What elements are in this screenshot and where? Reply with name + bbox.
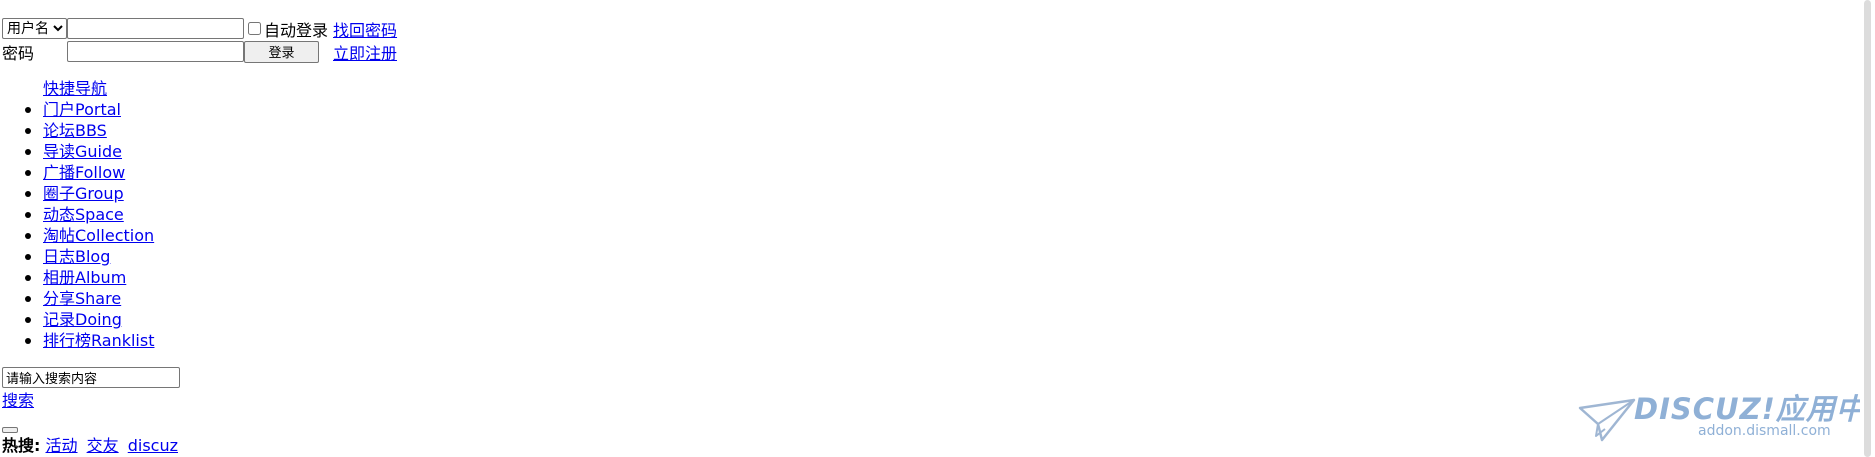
- nav-item-guide: 导读Guide: [0, 141, 154, 162]
- nav-link-collection[interactable]: 淘帖Collection: [43, 226, 154, 245]
- hot-search: 热搜: 活动 交友 discuz: [2, 432, 182, 456]
- watermark-url: addon.dismall.com: [1698, 423, 1831, 439]
- hot-keyword-friends[interactable]: 交友: [87, 436, 119, 455]
- paper-plane-icon: [1578, 398, 1636, 442]
- vertical-scrollbar[interactable]: [1860, 0, 1875, 457]
- hot-keyword-discuz[interactable]: discuz: [128, 436, 178, 455]
- nav-item-blog: 日志Blog: [0, 246, 154, 267]
- discuz-watermark: DISCUZ!应用中心 addon.dismall.com: [1578, 392, 1875, 442]
- login-row-password: 密码 登录 立即注册: [2, 40, 397, 63]
- search-area: 搜索: [2, 367, 180, 433]
- username-input[interactable]: [67, 18, 244, 39]
- nav-link-bbs[interactable]: 论坛BBS: [43, 121, 107, 140]
- nav-link-ranklist[interactable]: 排行榜Ranklist: [43, 331, 154, 350]
- nav-list: 门户Portal 论坛BBS 导读Guide 广播Follow 圈子Group …: [0, 99, 154, 351]
- search-link[interactable]: 搜索: [2, 391, 180, 411]
- quick-nav: 快捷导航 门户Portal 论坛BBS 导读Guide 广播Follow 圈子G…: [0, 78, 154, 351]
- nav-item-space: 动态Space: [0, 204, 154, 225]
- nav-link-share[interactable]: 分享Share: [43, 289, 121, 308]
- hot-keyword-activity[interactable]: 活动: [46, 436, 78, 455]
- password-label: 密码: [2, 43, 35, 63]
- scrollbar-thumb[interactable]: [1864, 0, 1871, 457]
- nav-link-group[interactable]: 圈子Group: [43, 184, 124, 203]
- nav-link-guide[interactable]: 导读Guide: [43, 142, 122, 161]
- nav-item-doing: 记录Doing: [0, 309, 154, 330]
- remember-label: 自动登录: [264, 20, 329, 40]
- search-input[interactable]: [2, 367, 180, 388]
- nav-item-bbs: 论坛BBS: [0, 120, 154, 141]
- login-form: 用户名 自动登录 找回密码 密码 登录 立即注册: [2, 17, 397, 63]
- password-input[interactable]: [67, 41, 244, 62]
- nav-item-ranklist: 排行榜Ranklist: [0, 330, 154, 351]
- nav-item-share: 分享Share: [0, 288, 154, 309]
- forgot-password-link[interactable]: 找回密码: [333, 17, 397, 41]
- login-row-username: 用户名 自动登录 找回密码: [2, 17, 397, 40]
- nav-item-follow: 广播Follow: [0, 162, 154, 183]
- nav-item-album: 相册Album: [0, 267, 154, 288]
- nav-link-album[interactable]: 相册Album: [43, 268, 126, 287]
- nav-item-collection: 淘帖Collection: [0, 225, 154, 246]
- hot-search-label: 热搜:: [2, 436, 41, 455]
- nav-item-portal: 门户Portal: [0, 99, 154, 120]
- nav-link-portal[interactable]: 门户Portal: [43, 100, 121, 119]
- login-field-select[interactable]: 用户名: [2, 18, 67, 39]
- login-button[interactable]: 登录: [244, 40, 319, 63]
- nav-link-doing[interactable]: 记录Doing: [43, 310, 122, 329]
- quick-nav-title[interactable]: 快捷导航: [43, 79, 107, 98]
- nav-link-blog[interactable]: 日志Blog: [43, 247, 110, 266]
- remember-checkbox[interactable]: [248, 22, 261, 35]
- nav-item-group: 圈子Group: [0, 183, 154, 204]
- nav-link-follow[interactable]: 广播Follow: [43, 163, 125, 182]
- watermark-title: DISCUZ!应用中心: [1634, 392, 1875, 426]
- register-link[interactable]: 立即注册: [333, 40, 397, 64]
- nav-link-space[interactable]: 动态Space: [43, 205, 124, 224]
